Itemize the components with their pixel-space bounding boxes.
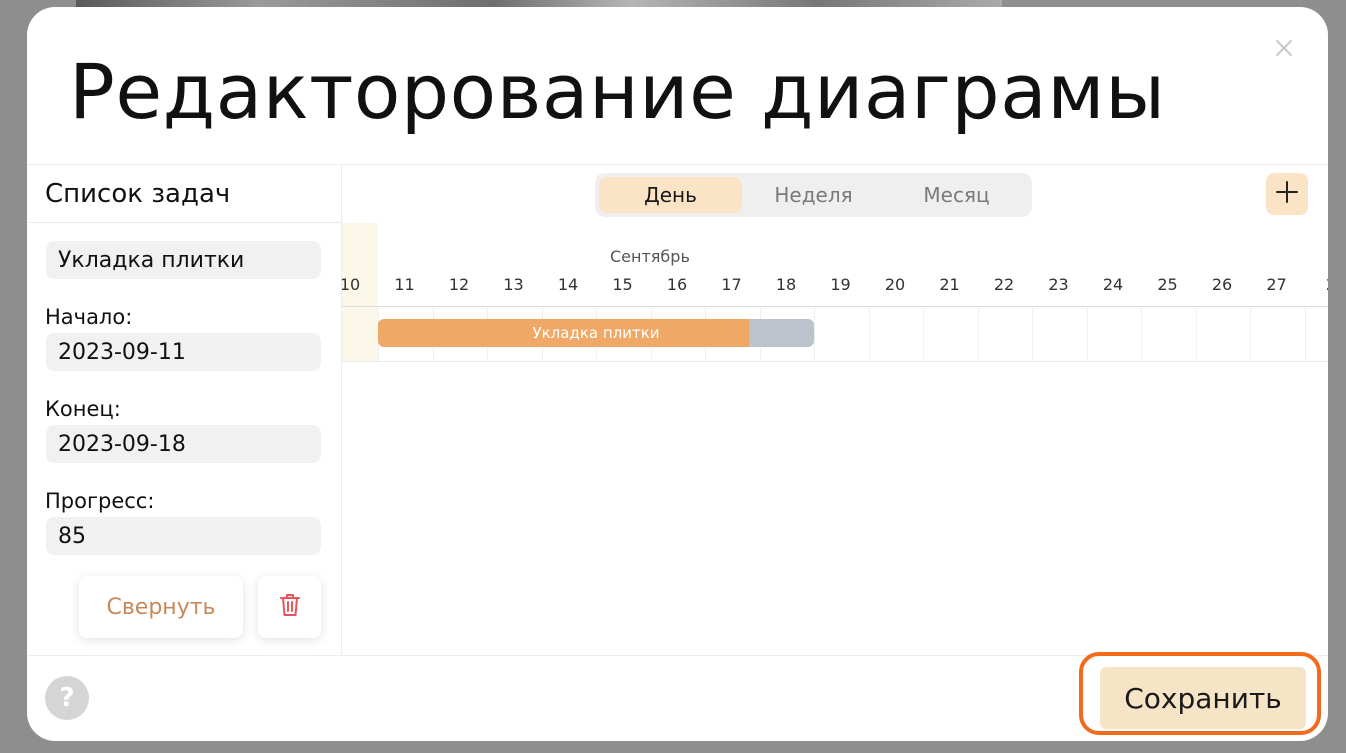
task-list-panel: Список задач Укладка плитки Начало: 2023… <box>27 165 342 655</box>
day-label: 17 <box>721 275 742 294</box>
grid-column-line <box>1250 307 1251 361</box>
progress-label: Прогресс: <box>45 489 155 513</box>
view-mode-week[interactable]: Неделя <box>742 177 885 213</box>
day-label: 12 <box>448 275 470 294</box>
day-label: 13 <box>503 275 524 294</box>
grid-column-line <box>1086 307 1088 361</box>
add-task-button[interactable] <box>1266 173 1308 215</box>
close-icon[interactable] <box>1272 37 1296 61</box>
day-label: 22 <box>993 275 1015 294</box>
progress-field[interactable]: 85 <box>46 517 321 555</box>
grid-column-line <box>1195 307 1197 361</box>
view-mode-day[interactable]: День <box>599 177 742 213</box>
grid-column-line <box>977 307 979 361</box>
day-label: 14 <box>557 275 579 294</box>
grid-column-line <box>868 307 870 361</box>
modal-body: Список задач Укладка плитки Начало: 2023… <box>27 164 1328 656</box>
month-label: Сентябрь <box>610 247 690 266</box>
start-label: Начало: <box>45 305 133 329</box>
task-list-heading: Список задач <box>27 165 341 223</box>
start-date-field[interactable]: 2023-09-11 <box>46 333 321 371</box>
day-label: 18 <box>775 275 797 294</box>
collapse-button[interactable]: Свернуть <box>79 576 243 638</box>
grid-column-line <box>814 307 815 361</box>
day-label: 11 <box>394 275 415 294</box>
day-label: 27 <box>1266 275 1287 294</box>
day-header: 10 11 12 13 14 15 16 17 18 19 20 21 22 23 24 25 26 27 2 <box>342 275 1328 307</box>
modal-title: Редакторование диаграмы <box>69 47 1166 136</box>
view-mode-month[interactable]: Месяц <box>885 177 1028 213</box>
day-label: 25 <box>1157 275 1178 294</box>
question-icon[interactable]: ? <box>45 676 89 720</box>
day-label: 2 <box>1304 275 1328 294</box>
gantt-chart-panel: День Неделя Месяц Сентябрь 10 11 12 13 14 15 1… <box>342 165 1328 655</box>
view-mode-switcher: День Неделя Месяц <box>595 173 1032 217</box>
day-label: 15 <box>612 275 633 294</box>
day-label: 19 <box>830 275 851 294</box>
grid-column-line <box>1141 307 1142 361</box>
save-button[interactable]: Сохранить <box>1100 667 1306 729</box>
edit-diagram-modal: Редакторование диаграмы Список задач Укл… <box>27 7 1328 741</box>
delete-button[interactable] <box>258 576 321 638</box>
end-date-field[interactable]: 2023-09-18 <box>46 425 321 463</box>
day-label: 10 <box>342 275 361 294</box>
grid-column-line <box>1032 307 1033 361</box>
day-label: 21 <box>939 275 960 294</box>
day-label: 16 <box>666 275 688 294</box>
trash-icon <box>279 593 300 621</box>
day-label: 24 <box>1102 275 1124 294</box>
task-name-field[interactable]: Укладка плитки <box>46 241 321 279</box>
task-bar-label: Укладка плитки <box>532 324 660 342</box>
grid-column-line <box>1304 307 1306 361</box>
plus-icon <box>1276 179 1298 209</box>
grid-column-line <box>923 307 924 361</box>
grid-line <box>342 306 1328 307</box>
grid-line <box>342 361 1328 362</box>
day-label: 20 <box>884 275 906 294</box>
day-label: 26 <box>1211 275 1233 294</box>
task-bar[interactable]: Укладка плитки <box>378 319 814 347</box>
day-label: 23 <box>1048 275 1069 294</box>
end-label: Конец: <box>45 397 121 421</box>
